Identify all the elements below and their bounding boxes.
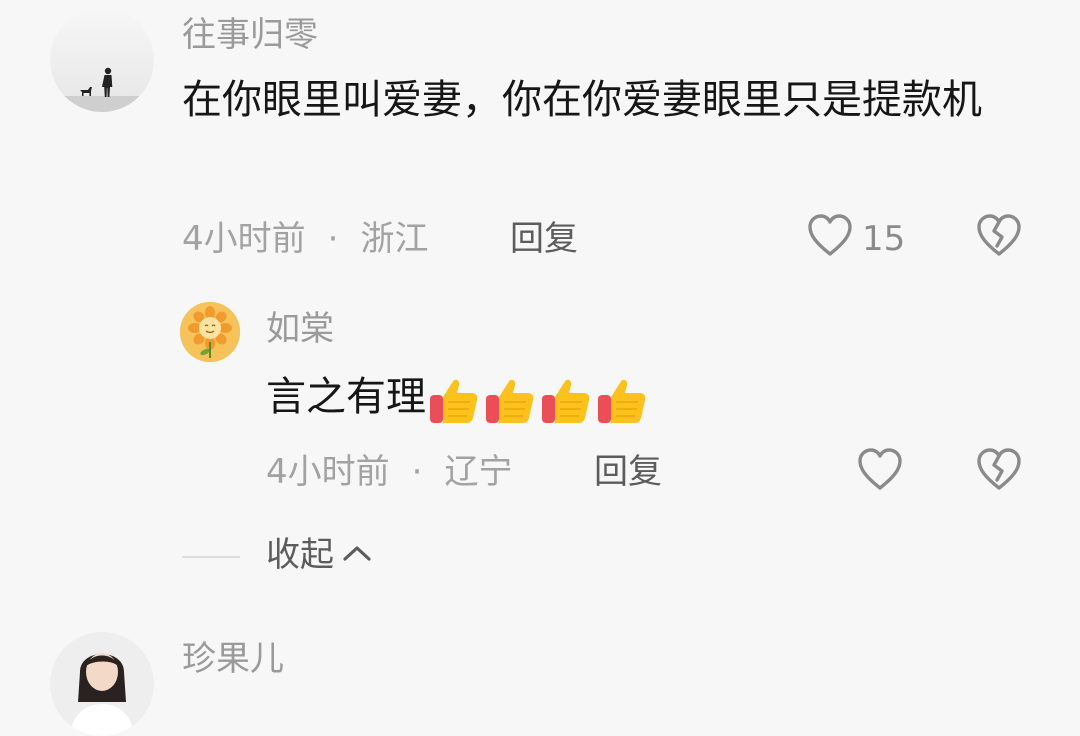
username[interactable]: 往事归零	[182, 18, 318, 52]
thumbs-up-emoji	[598, 379, 646, 423]
sunflower-avatar-image	[180, 302, 240, 362]
comment-meta: 4小时前 · 浙江	[182, 222, 428, 256]
comment-text: 言之有理	[266, 374, 426, 420]
location: 浙江	[360, 219, 429, 259]
collapse-label: 收起	[266, 535, 334, 575]
thumbs-up-emoji	[542, 379, 590, 423]
timestamp: 4小时前	[182, 219, 306, 259]
thumbs-up-emoji	[486, 379, 534, 423]
reply-button[interactable]: 回复	[594, 455, 662, 489]
collapse-divider	[182, 556, 240, 558]
broken-heart-icon[interactable]	[975, 212, 1023, 258]
username[interactable]: 如棠	[266, 312, 334, 346]
heart-outline-icon[interactable]	[856, 446, 904, 492]
avatar[interactable]	[50, 8, 154, 112]
meta-separator: ·	[411, 452, 423, 492]
comment-text: 在你眼里叫爱妻，你在你爱妻眼里只是提款机	[182, 77, 982, 123]
collapse-button[interactable]: 收起	[266, 538, 372, 572]
avatar[interactable]	[180, 302, 240, 362]
comment-meta: 4小时前 · 辽宁	[266, 455, 512, 489]
timestamp: 4小时前	[266, 452, 390, 492]
chevron-up-icon	[342, 543, 372, 567]
emoji-group	[428, 373, 648, 425]
meta-separator: ·	[327, 219, 339, 259]
comment-content: 言之有理	[266, 370, 648, 425]
username[interactable]: 珍果儿	[182, 642, 284, 676]
avatar-image	[50, 632, 154, 736]
avatar[interactable]	[50, 632, 154, 736]
broken-heart-icon[interactable]	[975, 446, 1023, 492]
like-count: 15	[862, 219, 906, 259]
heart-outline-icon[interactable]	[806, 212, 854, 258]
avatar-image	[50, 8, 154, 112]
thumbs-up-emoji	[430, 379, 478, 423]
location: 辽宁	[444, 452, 513, 492]
reply-button[interactable]: 回复	[510, 222, 578, 256]
